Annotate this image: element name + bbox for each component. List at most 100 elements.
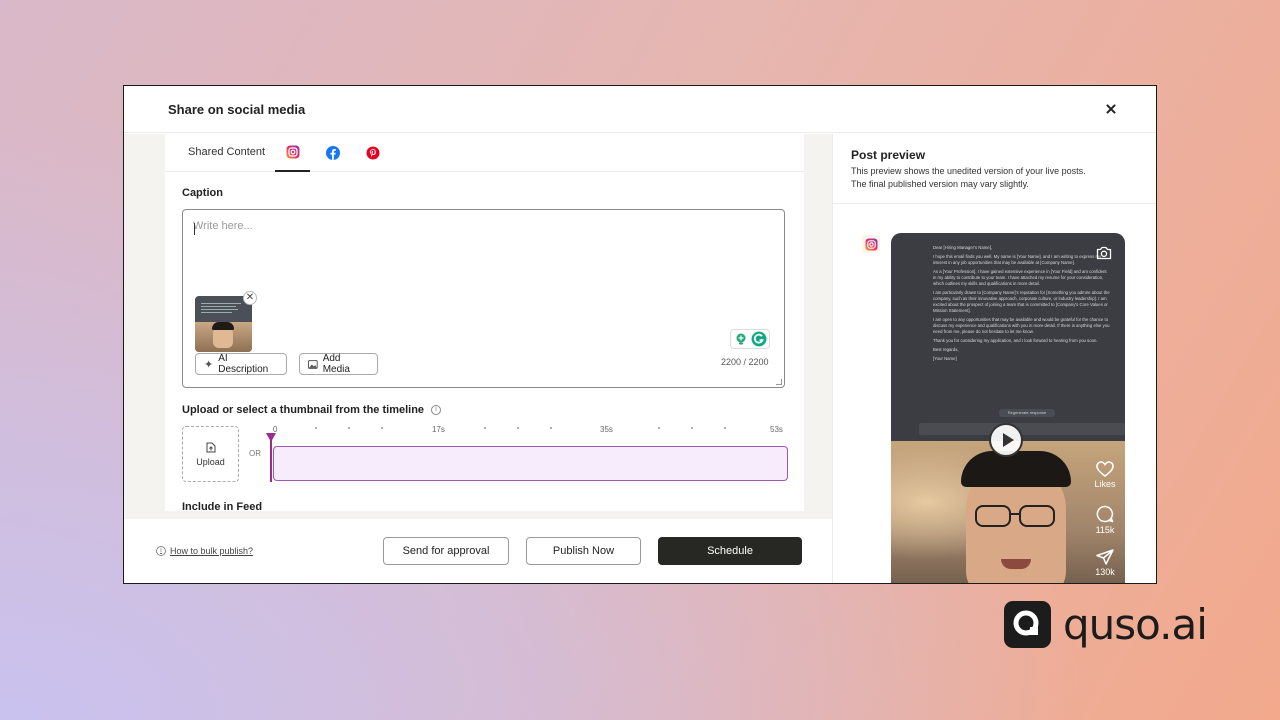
- publish-now-button[interactable]: Publish Now: [526, 537, 641, 565]
- heart-icon: [1096, 461, 1114, 477]
- preview-desc-line1: This preview shows the unedited version …: [851, 166, 1086, 176]
- brand-logo: quso.ai: [1004, 600, 1208, 649]
- doc-paragraph: I am open to any opportunities that may …: [933, 317, 1110, 334]
- writing-assistant-icons: [730, 329, 770, 349]
- shares-count: 130k: [1095, 567, 1115, 577]
- bulk-publish-label: How to bulk publish?: [170, 546, 254, 556]
- caption-label: Caption: [182, 187, 223, 199]
- doc-paragraph: Dear [Hiring Manager's Name],: [933, 245, 993, 250]
- doc-paragraph: [Your Name]: [933, 356, 957, 361]
- instagram-icon: [864, 237, 878, 251]
- upload-label: Upload: [196, 456, 225, 467]
- playhead-handle[interactable]: [266, 433, 276, 442]
- send-for-approval-button[interactable]: Send for approval: [383, 537, 509, 565]
- close-icon[interactable]: [1102, 100, 1120, 118]
- tick-dot: [724, 427, 726, 429]
- chat-input-bar: [919, 423, 1125, 435]
- post-preview-title: Post preview: [851, 148, 926, 162]
- upload-thumbnail-button[interactable]: Upload: [182, 426, 239, 482]
- post-preview-description: This preview shows the unedited version …: [851, 165, 1141, 191]
- remove-media-icon[interactable]: ✕: [243, 291, 257, 305]
- phone-preview: Dear [Hiring Manager's Name], I hope thi…: [891, 233, 1125, 583]
- tab-instagram[interactable]: [275, 134, 310, 172]
- tick-dot: [381, 427, 383, 429]
- thumb-video: [195, 322, 252, 352]
- editor-area: Shared Content Caption Write here... ✕ ✦…: [124, 134, 832, 519]
- text-cursor: [194, 223, 195, 235]
- caption-box: ✕ ✦ AI Description Add Media: [182, 209, 785, 388]
- tick-dot: [517, 427, 519, 429]
- caption-input[interactable]: [193, 220, 753, 232]
- preview-desc-line2: The final published version may vary sli…: [851, 179, 1029, 189]
- modal-title: Share on social media: [168, 102, 306, 117]
- quso-logo-icon: [1004, 601, 1051, 648]
- modal-header: Share on social media: [124, 86, 1156, 133]
- send-icon: [1096, 549, 1114, 565]
- pinterest-icon: [366, 146, 379, 160]
- logo-wordmark: quso.ai: [1063, 600, 1208, 649]
- camera-icon[interactable]: [1096, 246, 1112, 260]
- include-in-feed-label: Include in Feed: [182, 501, 263, 511]
- post-preview-panel: Post preview This preview shows the uned…: [832, 134, 1156, 583]
- preview-video: [891, 441, 1125, 583]
- upload-file-icon: [206, 442, 215, 452]
- timeline-ticks: 0 17s 35s 53s: [273, 425, 788, 437]
- divider: [833, 203, 1156, 204]
- tab-facebook[interactable]: [320, 134, 345, 172]
- tick-dot: [691, 427, 693, 429]
- doc-paragraph: Best regards,: [933, 347, 959, 352]
- tick-label: 17s: [432, 425, 445, 434]
- tab-shared-content[interactable]: Shared Content: [188, 146, 265, 158]
- thumbnail-timeline[interactable]: [273, 446, 788, 481]
- add-media-button[interactable]: Add Media: [299, 353, 378, 375]
- facebook-icon: [325, 146, 340, 160]
- platform-tabs: Shared Content: [165, 134, 804, 172]
- image-icon: [308, 359, 318, 369]
- ai-description-button[interactable]: ✦ AI Description: [195, 353, 287, 375]
- tick-dot: [315, 427, 317, 429]
- doc-paragraph: As a [Your Profession], I have gained ex…: [933, 269, 1107, 286]
- like-action[interactable]: Likes: [1091, 461, 1119, 489]
- comments-count: 115k: [1095, 525, 1115, 535]
- info-icon[interactable]: i: [431, 405, 442, 415]
- glasses-bridge: [1010, 513, 1020, 515]
- add-media-label: Add Media: [322, 353, 350, 375]
- or-label: OR: [249, 449, 261, 458]
- doc-paragraph: Thank you for considering my application…: [933, 338, 1098, 343]
- schedule-button[interactable]: Schedule: [658, 537, 802, 565]
- thumbnail-section-label: Upload or select a thumbnail from the ti…: [182, 404, 442, 416]
- bulb-icon[interactable]: [734, 332, 748, 346]
- character-counter: 2200 / 2200: [721, 357, 769, 367]
- tick-dot: [348, 427, 350, 429]
- comment-action[interactable]: 115k: [1091, 505, 1119, 535]
- info-icon: i: [156, 546, 166, 556]
- modal-footer: i How to bulk publish? Send for approval…: [124, 519, 832, 583]
- sparkle-icon: ✦: [204, 358, 214, 371]
- preview-platform-badge: [862, 235, 880, 253]
- editor-card: Shared Content Caption Write here... ✕ ✦…: [165, 134, 804, 511]
- share-action[interactable]: 130k: [1091, 549, 1119, 577]
- resize-handle[interactable]: [776, 379, 782, 385]
- thumb-doc-lines: [201, 301, 245, 323]
- comment-icon: [1096, 505, 1114, 523]
- share-modal: Share on social media Shared Content Cap…: [123, 85, 1157, 584]
- grammarly-icon[interactable]: [751, 331, 767, 347]
- tick-label: 35s: [600, 425, 613, 434]
- bulk-publish-link[interactable]: i How to bulk publish?: [156, 546, 253, 556]
- attached-media-thumbnail[interactable]: [195, 296, 252, 352]
- thumbnail-label: Upload or select a thumbnail from the ti…: [182, 404, 425, 416]
- play-button[interactable]: [989, 423, 1023, 457]
- doc-paragraph: I am particularly drawn to [Company Name…: [933, 290, 1110, 313]
- tick-dot: [658, 427, 660, 429]
- preview-document-text: Dear [Hiring Manager's Name], I hope thi…: [933, 245, 1111, 365]
- regenerate-response-pill: Regenerate response: [999, 409, 1055, 417]
- presenter-hair: [961, 451, 1071, 487]
- doc-paragraph: I hope this email finds you well. My nam…: [933, 254, 1102, 265]
- tick-label: 53s: [770, 425, 783, 434]
- tab-pinterest[interactable]: [360, 134, 385, 172]
- instagram-icon: [286, 145, 299, 159]
- glasses-left: [975, 505, 1011, 527]
- glasses-right: [1019, 505, 1055, 527]
- likes-label: Likes: [1094, 479, 1116, 489]
- tick-dot: [484, 427, 486, 429]
